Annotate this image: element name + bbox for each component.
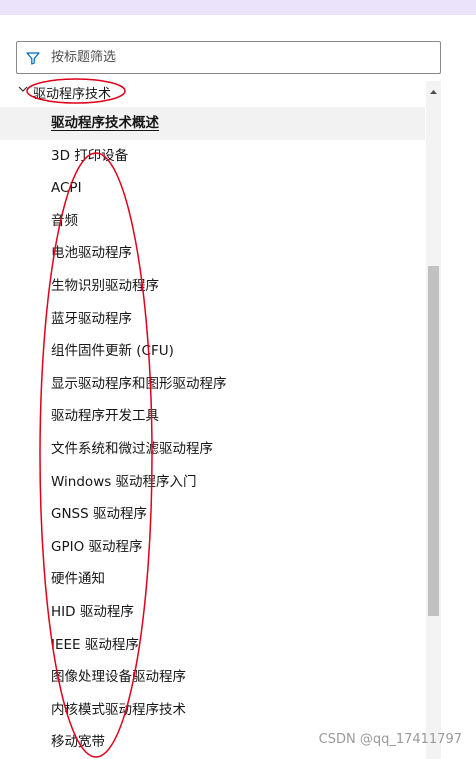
tree-item[interactable]: 硬件通知	[0, 563, 425, 596]
filter-box[interactable]	[16, 41, 441, 74]
tree-section-header[interactable]: 驱动程序技术	[18, 81, 418, 103]
chevron-down-icon	[18, 86, 28, 92]
tree-item[interactable]: 内核模式驱动程序技术	[0, 694, 425, 727]
tree-item[interactable]: 3D 打印设备	[0, 140, 425, 173]
tree-item[interactable]: 图像处理设备驱动程序	[0, 661, 425, 694]
tree-item[interactable]: 生物识别驱动程序	[0, 270, 425, 303]
tree-item[interactable]: 音频	[0, 205, 425, 238]
tree-item[interactable]: IEEE 驱动程序	[0, 629, 425, 662]
tree-item[interactable]: 驱动程序开发工具	[0, 400, 425, 433]
tree-item[interactable]: HID 驱动程序	[0, 596, 425, 629]
tree-item[interactable]: 组件固件更新 (CFU)	[0, 335, 425, 368]
tree-item[interactable]: GPIO 驱动程序	[0, 531, 425, 564]
filter-icon	[26, 52, 40, 65]
tree-item[interactable]: ACPI	[0, 172, 425, 205]
tree-item[interactable]: GNSS 驱动程序	[0, 498, 425, 531]
tree-item[interactable]: 文件系统和微过滤驱动程序	[0, 433, 425, 466]
tree-item[interactable]: 驱动程序技术概述	[0, 107, 425, 140]
tree-item[interactable]: 显示驱动程序和图形驱动程序	[0, 368, 425, 401]
tree-list: 驱动程序技术概述 3D 打印设备 ACPI 音频 电池驱动程序 生物识别驱动程序…	[0, 107, 425, 759]
filter-input[interactable]	[51, 43, 431, 72]
top-banner	[0, 0, 476, 15]
scroll-up-arrow-icon[interactable]	[429, 88, 438, 96]
scrollbar-thumb[interactable]	[428, 266, 439, 616]
tree-item[interactable]: Windows 驱动程序入门	[0, 466, 425, 499]
tree-section-label: 驱动程序技术	[33, 87, 112, 102]
watermark: CSDN @qq_17411797	[318, 732, 462, 747]
tree-item[interactable]: 蓝牙驱动程序	[0, 303, 425, 336]
tree-item[interactable]: 电池驱动程序	[0, 237, 425, 270]
